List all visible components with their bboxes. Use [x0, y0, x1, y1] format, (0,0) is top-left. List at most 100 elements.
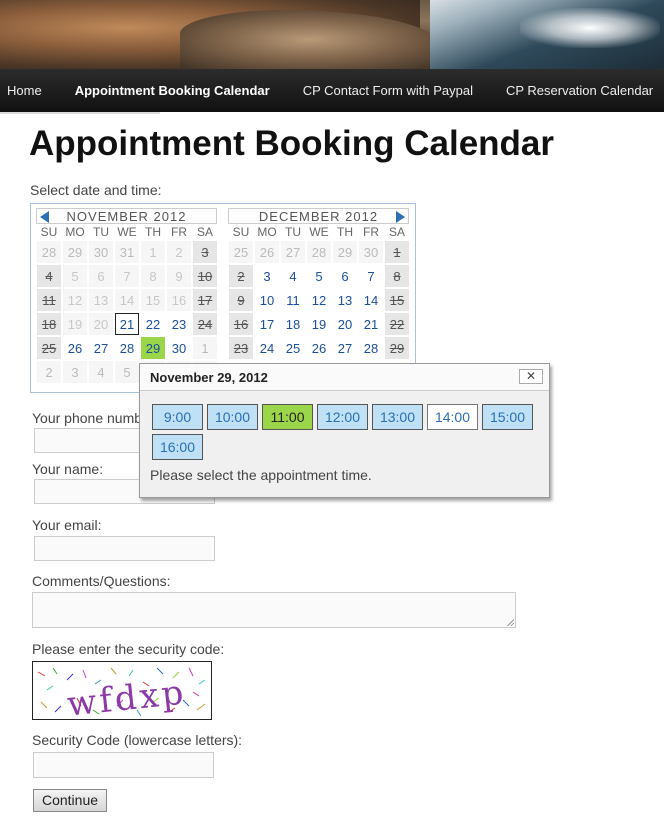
calendar-day: 27: [280, 240, 306, 264]
calendar-day[interactable]: 7: [358, 264, 384, 288]
time-slot-popup: November 29, 2012 ✕ 9:00 10:00 11:00 12:00 1…: [139, 363, 550, 498]
calendar-day[interactable]: 26: [62, 336, 88, 360]
time-slot-button[interactable]: 16:00: [152, 434, 203, 460]
calendar-day: 29: [384, 336, 410, 360]
security-code-field[interactable]: [33, 752, 214, 778]
popup-title: November 29, 2012: [150, 370, 268, 385]
month-header: DECEMBER 2012: [228, 208, 409, 224]
time-slot-button[interactable]: 10:00: [207, 404, 258, 430]
nav-divider: [0, 112, 160, 114]
calendar-day: 14: [114, 288, 140, 312]
calendar-day[interactable]: 24: [254, 336, 280, 360]
prev-month-icon[interactable]: [40, 211, 49, 223]
weekday-label: SU: [232, 225, 250, 239]
nav-cp-contact-form[interactable]: CP Contact Form with Paypal: [303, 83, 499, 98]
calendar-day: 9: [228, 288, 254, 312]
comments-label: Comments/Questions:: [32, 573, 171, 589]
day-grid: 25 26 27 28 29 30 1 2 3 4 5 6 7 8 9 10 11 12 13 14 15 16 17 18 1…: [228, 240, 410, 360]
calendar-day: 19: [62, 312, 88, 336]
weekday-label: TU: [285, 225, 301, 239]
calendar-day[interactable]: 30: [166, 336, 192, 360]
calendar-day[interactable]: 4: [280, 264, 306, 288]
calendar-day[interactable]: 20: [332, 312, 358, 336]
calendar-day: 30: [88, 240, 114, 264]
today-day[interactable]: 21: [114, 312, 140, 336]
calendar-day[interactable]: 23: [166, 312, 192, 336]
calendar-day[interactable]: 25: [280, 336, 306, 360]
time-slot-button[interactable]: 9:00: [152, 404, 203, 430]
calendar-day[interactable]: 21: [358, 312, 384, 336]
weekday-label: SA: [196, 225, 213, 239]
selected-day[interactable]: 29: [140, 336, 166, 360]
calendar-day: 10: [192, 264, 218, 288]
time-slot-button[interactable]: 11:00: [262, 404, 313, 430]
calendar-day[interactable]: 6: [332, 264, 358, 288]
nav-appointment-booking-calendar[interactable]: Appointment Booking Calendar: [75, 83, 296, 98]
calendar-day: 15: [384, 288, 410, 312]
calendar-day: 11: [36, 288, 62, 312]
security-label: Please enter the security code:: [32, 641, 225, 657]
calendar-day[interactable]: 27: [88, 336, 114, 360]
calendar-day: 23: [228, 336, 254, 360]
calendar-day: 2: [228, 264, 254, 288]
month-title: NOVEMBER 2012: [66, 209, 187, 224]
popup-message: Please select the appointment time.: [150, 467, 372, 483]
time-slot-button[interactable]: 12:00: [317, 404, 368, 430]
captcha-text: wfdxp: [65, 672, 188, 720]
calendar-day: 17: [192, 288, 218, 312]
calendar-day: 18: [36, 312, 62, 336]
calendar-day: 28: [306, 240, 332, 264]
resize-handle-icon[interactable]: [506, 618, 514, 626]
close-icon[interactable]: ✕: [519, 369, 543, 384]
weekday-header: SU MO TU WE TH FR SA: [36, 225, 217, 240]
calendar-day[interactable]: 28: [114, 336, 140, 360]
continue-button[interactable]: Continue: [33, 789, 107, 812]
calendar-day[interactable]: 3: [254, 264, 280, 288]
time-slots: 9:00 10:00 11:00 12:00 13:00 14:00 15:00 16:00: [152, 404, 542, 464]
weekday-label: TH: [337, 225, 353, 239]
email-label: Your email:: [32, 517, 102, 533]
calendar-day: 4: [88, 360, 114, 384]
popup-header: November 29, 2012 ✕: [140, 364, 549, 391]
calendar-day[interactable]: 12: [306, 288, 332, 312]
weekday-label: TU: [93, 225, 109, 239]
time-slot-button[interactable]: 14:00: [427, 404, 478, 430]
captcha-image: wfdxp: [32, 661, 212, 720]
calendar-day[interactable]: 26: [306, 336, 332, 360]
calendar-day[interactable]: 28: [358, 336, 384, 360]
calendar-day[interactable]: 11: [280, 288, 306, 312]
next-month-icon[interactable]: [396, 211, 405, 223]
main-nav: Home Appointment Booking Calendar CP Con…: [0, 69, 664, 112]
calendar-day[interactable]: 27: [332, 336, 358, 360]
weekday-label: TH: [145, 225, 161, 239]
calendar-day[interactable]: 18: [280, 312, 306, 336]
weekday-label: FR: [171, 225, 187, 239]
calendar-day[interactable]: 13: [332, 288, 358, 312]
calendar-day[interactable]: 22: [140, 312, 166, 336]
time-slot-button[interactable]: 13:00: [372, 404, 423, 430]
calendar-day[interactable]: 14: [358, 288, 384, 312]
calendar-day: 2: [36, 360, 62, 384]
weekday-header: SU MO TU WE TH FR SA: [228, 225, 409, 240]
calendar-day[interactable]: 19: [306, 312, 332, 336]
calendar-day: 6: [88, 264, 114, 288]
calendar-day: 1: [140, 240, 166, 264]
header-image: [0, 0, 664, 69]
weekday-label: FR: [363, 225, 379, 239]
page-title: Appointment Booking Calendar: [29, 124, 554, 163]
calendar-day: 13: [88, 288, 114, 312]
calendar-day: 3: [192, 240, 218, 264]
calendar-day: 25: [36, 336, 62, 360]
calendar-day: 20: [88, 312, 114, 336]
calendar-day[interactable]: 17: [254, 312, 280, 336]
calendar-day[interactable]: 5: [306, 264, 332, 288]
comments-field[interactable]: [32, 592, 516, 628]
calendar-day[interactable]: 10: [254, 288, 280, 312]
nav-cp-reservation-calendar[interactable]: CP Reservation Calendar: [506, 83, 664, 98]
calendar-day: 2: [166, 240, 192, 264]
nav-home[interactable]: Home: [7, 83, 68, 98]
weekday-label: SU: [40, 225, 58, 239]
time-slot-button[interactable]: 15:00: [482, 404, 533, 430]
email-field[interactable]: [34, 536, 215, 561]
calendar-day: 4: [36, 264, 62, 288]
